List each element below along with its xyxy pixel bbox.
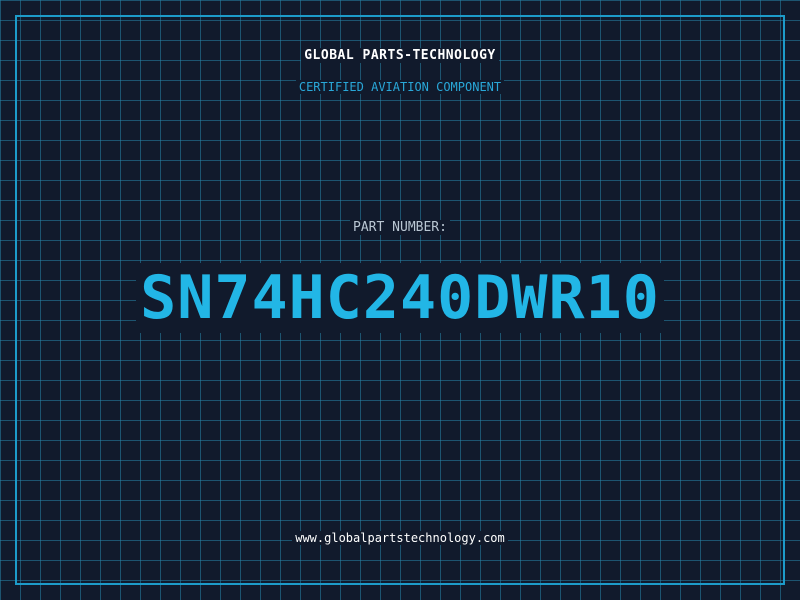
part-label-card: GLOBAL PARTS-TECHNOLOGY CERTIFIED AVIATI… <box>0 0 800 600</box>
part-number-label: PART NUMBER: <box>0 220 800 235</box>
part-number-value: SN74HC240DWR10 <box>0 258 800 338</box>
part-number-value-text: SN74HC240DWR10 <box>136 263 664 333</box>
component-tagline-text: CERTIFIED AVIATION COMPONENT <box>295 80 505 94</box>
component-tagline: CERTIFIED AVIATION COMPONENT <box>0 80 800 94</box>
website-url-text: www.globalpartstechnology.com <box>292 531 508 545</box>
company-name: GLOBAL PARTS-TECHNOLOGY <box>0 48 800 63</box>
company-name-text: GLOBAL PARTS-TECHNOLOGY <box>301 48 499 63</box>
website-url: www.globalpartstechnology.com <box>0 531 800 545</box>
part-number-label-text: PART NUMBER: <box>350 220 450 235</box>
